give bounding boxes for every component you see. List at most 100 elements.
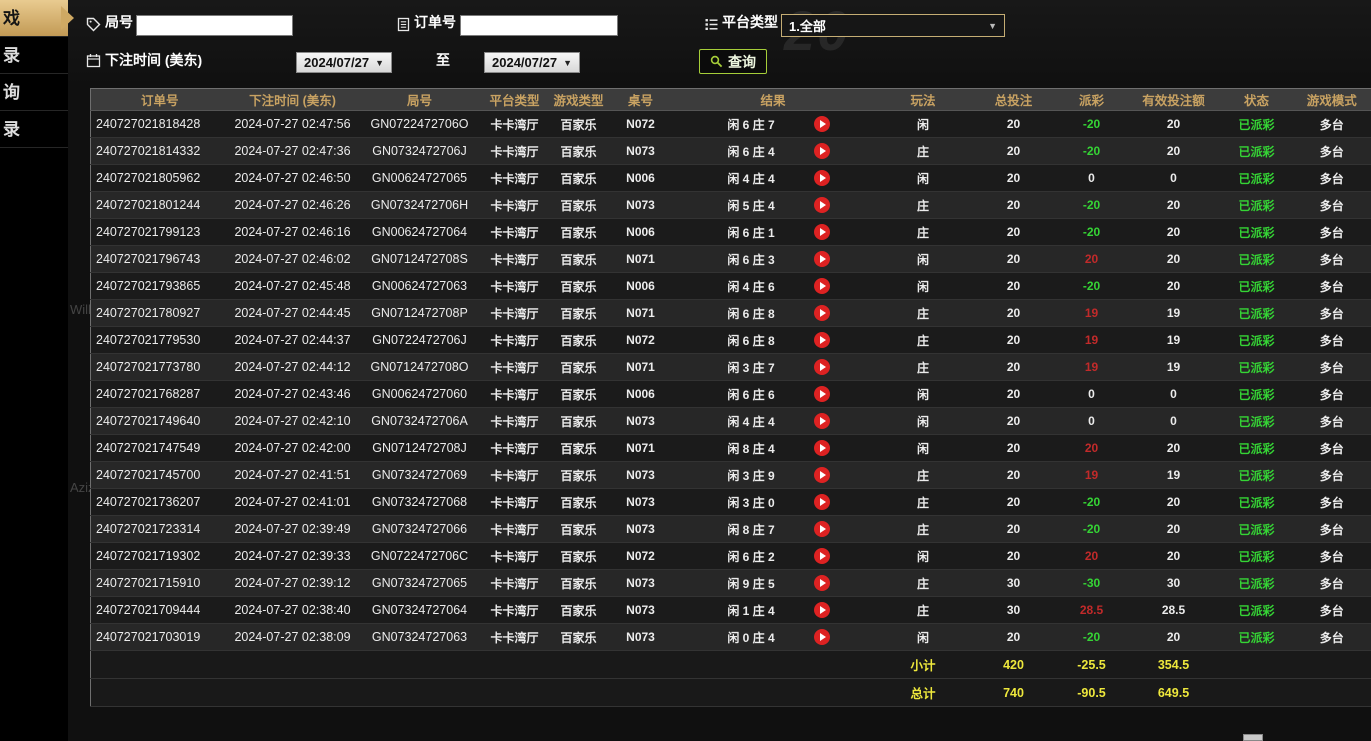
cell-game-mode: 多台 <box>1293 138 1371 165</box>
play-icon[interactable] <box>814 305 830 321</box>
cell-table-no: N073 <box>611 489 671 516</box>
play-icon[interactable] <box>814 197 830 213</box>
cell-game-type: 百家乐 <box>547 165 611 192</box>
cell-order-no: 240727021805962 <box>91 165 229 192</box>
cell-payout: 0 <box>1057 408 1127 435</box>
cell-order-no: 240727021749640 <box>91 408 229 435</box>
column-header: 有效投注额 <box>1127 89 1221 111</box>
cell-valid-bet: 20 <box>1127 273 1221 300</box>
cell-game-type: 百家乐 <box>547 219 611 246</box>
cell-valid-bet: 28.5 <box>1127 597 1221 624</box>
result-text: 闲 4 庄 4 <box>716 413 786 430</box>
cell-table-no: N071 <box>611 246 671 273</box>
cell-bet-time: 2024-07-27 02:44:12 <box>229 354 357 381</box>
grand-total-label: 总计 <box>876 679 971 707</box>
column-header: 平台类型 <box>483 89 547 111</box>
result-text: 闲 3 庄 9 <box>716 467 786 484</box>
result-text: 闲 6 庄 1 <box>716 224 786 241</box>
cell-bet-time: 2024-07-27 02:47:56 <box>229 111 357 138</box>
filter-bar: 20 局号 订单号 <box>68 0 1371 88</box>
tag-icon <box>86 17 101 32</box>
table-row: 2407270217938652024-07-27 02:45:48GN0062… <box>91 273 1371 300</box>
cell-payout: -20 <box>1057 624 1127 651</box>
cell-order-no: 240727021814332 <box>91 138 229 165</box>
table-row: 2407270217795302024-07-27 02:44:37GN0722… <box>91 327 1371 354</box>
query-button[interactable]: 查询 <box>699 49 767 74</box>
table-row: 2407270217094442024-07-27 02:38:40GN0732… <box>91 597 1371 624</box>
cell-play: 庄 <box>876 462 971 489</box>
subtotal-total-bet: 420 <box>971 651 1057 679</box>
play-icon[interactable] <box>814 440 830 456</box>
play-icon[interactable] <box>814 386 830 402</box>
cell-total-bet: 20 <box>971 300 1057 327</box>
cell-order-no: 240727021715910 <box>91 570 229 597</box>
cell-platform: 卡卡湾厅 <box>483 489 547 516</box>
play-icon[interactable] <box>814 224 830 240</box>
play-icon[interactable] <box>814 359 830 375</box>
play-icon[interactable] <box>814 278 830 294</box>
play-icon[interactable] <box>814 467 830 483</box>
play-icon[interactable] <box>814 521 830 537</box>
cell-game-type: 百家乐 <box>547 570 611 597</box>
play-icon[interactable] <box>814 251 830 267</box>
cell-total-bet: 30 <box>971 597 1057 624</box>
cell-status: 已派彩 <box>1221 165 1293 192</box>
cell-game-no: GN00624727065 <box>357 165 483 192</box>
play-icon[interactable] <box>814 116 830 132</box>
game-no-input[interactable] <box>136 15 293 36</box>
column-header: 下注时间 (美东) <box>229 89 357 111</box>
date-to-picker[interactable]: 2024/07/27 ▼ <box>484 52 580 73</box>
cell-game-mode: 多台 <box>1293 462 1371 489</box>
cell-game-no: GN07324727063 <box>357 624 483 651</box>
sidebar-item-0[interactable]: 戏 <box>0 0 68 37</box>
play-icon[interactable] <box>814 602 830 618</box>
cell-valid-bet: 20 <box>1127 192 1221 219</box>
play-icon[interactable] <box>814 413 830 429</box>
pagination-partial[interactable] <box>1243 734 1263 741</box>
cell-order-no: 240727021709444 <box>91 597 229 624</box>
cell-order-no: 240727021768287 <box>91 381 229 408</box>
cell-valid-bet: 20 <box>1127 516 1221 543</box>
cell-valid-bet: 19 <box>1127 327 1221 354</box>
cell-play: 庄 <box>876 327 971 354</box>
table-row: 2407270217809272024-07-27 02:44:45GN0712… <box>91 300 1371 327</box>
cell-bet-time: 2024-07-27 02:45:48 <box>229 273 357 300</box>
cell-platform: 卡卡湾厅 <box>483 165 547 192</box>
result-text: 闲 6 庄 4 <box>716 143 786 160</box>
result-text: 闲 9 庄 5 <box>716 575 786 592</box>
cell-payout: -20 <box>1057 111 1127 138</box>
cell-game-type: 百家乐 <box>547 435 611 462</box>
result-text: 闲 4 庄 4 <box>716 170 786 187</box>
play-icon[interactable] <box>814 629 830 645</box>
cell-platform: 卡卡湾厅 <box>483 435 547 462</box>
sidebar-item-1[interactable]: 录 <box>0 37 68 74</box>
sidebar-item-3[interactable]: 录 <box>0 111 68 148</box>
cell-game-no: GN0732472706A <box>357 408 483 435</box>
cell-result: 闲 0 庄 4 <box>671 624 876 651</box>
cell-result: 闲 6 庄 8 <box>671 327 876 354</box>
cell-total-bet: 20 <box>971 111 1057 138</box>
play-icon[interactable] <box>814 170 830 186</box>
column-header: 局号 <box>357 89 483 111</box>
cell-valid-bet: 0 <box>1127 408 1221 435</box>
result-text: 闲 8 庄 4 <box>716 440 786 457</box>
order-no-input[interactable] <box>460 15 618 36</box>
date-from-picker[interactable]: 2024/07/27 ▼ <box>296 52 392 73</box>
cell-bet-time: 2024-07-27 02:42:00 <box>229 435 357 462</box>
cell-order-no: 240727021801244 <box>91 192 229 219</box>
cell-result: 闲 9 庄 5 <box>671 570 876 597</box>
grand-total-spacer <box>91 679 876 707</box>
column-header: 玩法 <box>876 89 971 111</box>
play-icon[interactable] <box>814 143 830 159</box>
play-icon[interactable] <box>814 332 830 348</box>
result-text: 闲 3 庄 7 <box>716 359 786 376</box>
cell-platform: 卡卡湾厅 <box>483 462 547 489</box>
play-icon[interactable] <box>814 575 830 591</box>
caret-down-icon: ▼ <box>563 58 572 68</box>
sidebar-item-2[interactable]: 询 <box>0 74 68 111</box>
play-icon[interactable] <box>814 548 830 564</box>
platform-type-select[interactable]: 1.全部 ▼ <box>781 14 1005 37</box>
result-text: 闲 6 庄 3 <box>716 251 786 268</box>
play-icon[interactable] <box>814 494 830 510</box>
main-content: 20 局号 订单号 <box>68 0 1371 741</box>
